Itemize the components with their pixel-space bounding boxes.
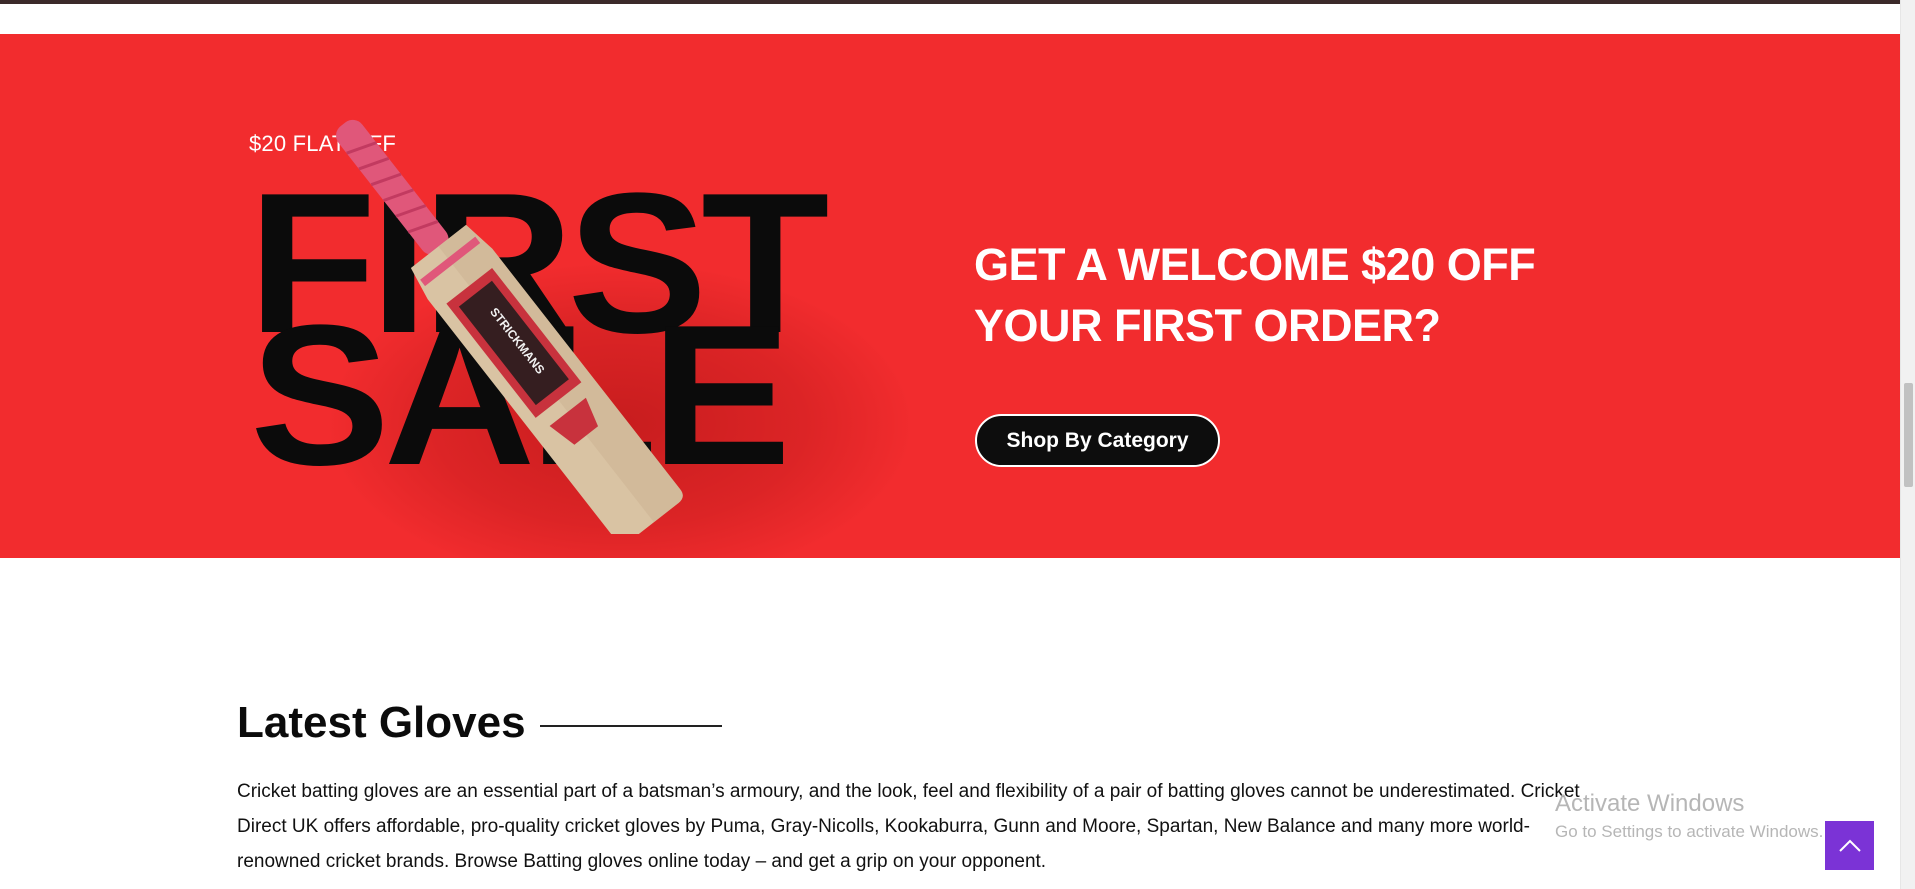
promo-heading: GET A WELCOME $20 OFF YOUR FIRST ORDER?	[974, 234, 1594, 356]
cricket-bat-image: STRICKMANS	[336, 119, 683, 534]
page-scrollbar[interactable]	[1900, 0, 1915, 889]
title-divider	[539, 725, 722, 727]
promo-heading-line1: GET A WELCOME $20 OFF	[974, 239, 1536, 290]
activate-windows-subtitle: Go to Settings to activate Windows.	[1555, 822, 1824, 841]
top-border	[0, 0, 1900, 4]
scrollbar-thumb[interactable]	[1904, 383, 1913, 487]
activate-windows-title: Activate Windows	[1555, 790, 1745, 817]
chevron-up-icon	[1838, 839, 1861, 852]
promo-banner: $20 FLAT OFF FIRST SALE STRICKMANS	[0, 34, 1900, 558]
shop-by-category-button[interactable]: Shop By Category	[975, 414, 1220, 467]
scroll-to-top-button[interactable]	[1825, 821, 1874, 870]
section-header: Latest Gloves	[237, 698, 722, 748]
activate-windows-watermark: Activate Windows Go to Settings to activ…	[1555, 790, 1823, 842]
section-description: Cricket batting gloves are an essential …	[237, 781, 1580, 872]
promo-heading-line2: YOUR FIRST ORDER?	[974, 300, 1441, 351]
section-title: Latest Gloves	[237, 698, 526, 747]
